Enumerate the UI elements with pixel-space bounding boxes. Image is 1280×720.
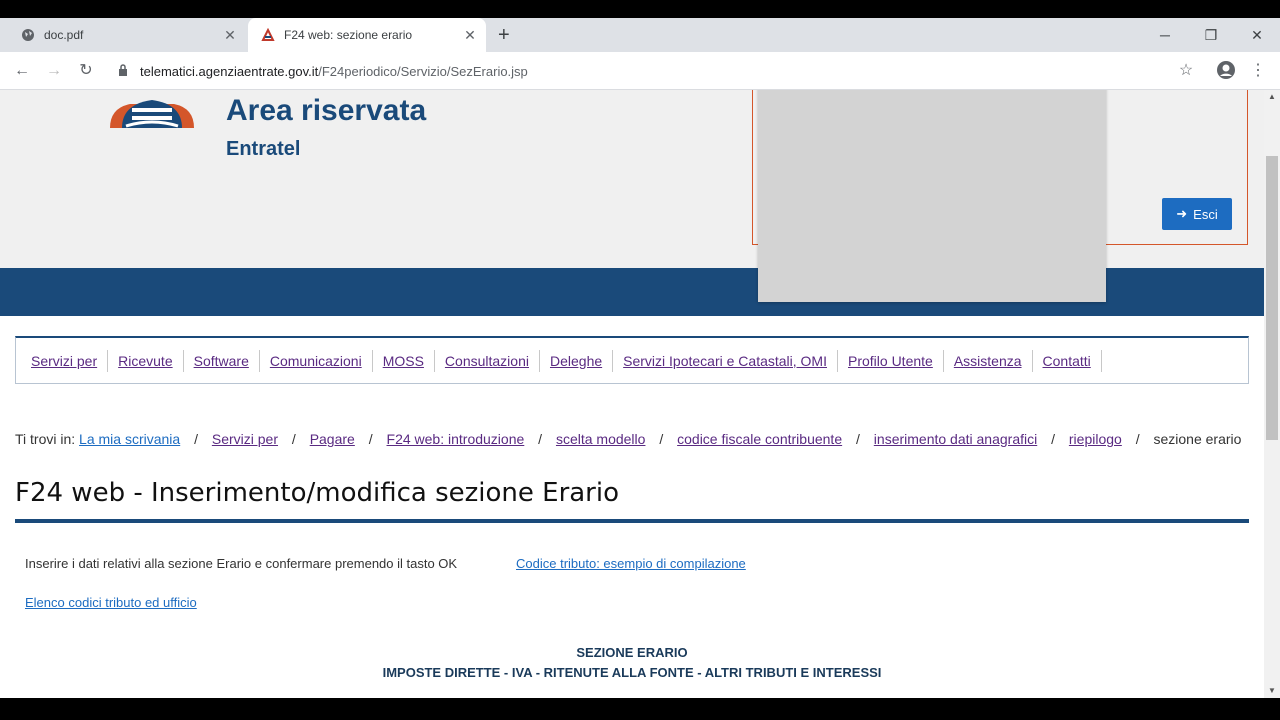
url-host: telematici.agenziaentrate.gov.it [140, 63, 319, 79]
url-path: /F24periodico/Servizio/SezErario.jsp [318, 63, 528, 79]
new-tab-icon[interactable]: + [498, 24, 510, 47]
profile-icon[interactable] [1215, 60, 1237, 82]
logout-icon: ➜ [1176, 206, 1188, 221]
area-title: Area riservata [226, 94, 427, 127]
menu-item-software[interactable]: Software [184, 349, 260, 372]
tab-title: doc.pdf [44, 28, 84, 42]
tab-f24-sezione-erario[interactable]: F24 web: sezione erario ✕ [248, 18, 486, 52]
breadcrumb-current: sezione erario [1153, 431, 1242, 447]
breadcrumb: Ti trovi in: La mia scrivania / Servizi … [15, 431, 1242, 447]
tab-doc-pdf[interactable]: doc.pdf ✕ [8, 18, 246, 52]
area-subtitle: Entratel [226, 138, 301, 160]
breadcrumb-link-servizi-per[interactable]: Servizi per [212, 431, 278, 447]
section-subtitle: IMPOSTE DIRETTE - IVA - RITENUTE ALLA FO… [382, 665, 882, 680]
forward-icon[interactable]: → [43, 60, 65, 82]
tab-strip: doc.pdf ✕ F24 web: sezione erario ✕ [0, 18, 1280, 52]
menu-item-contatti[interactable]: Contatti [1033, 349, 1102, 372]
codes-list-link[interactable]: Elenco codici tributo ed ufficio [25, 595, 197, 610]
menu-item-deleghe[interactable]: Deleghe [540, 349, 614, 372]
menu-item-consultazioni[interactable]: Consultazioni [435, 349, 540, 372]
minimize-icon[interactable]: ─ [1142, 18, 1188, 52]
breadcrumb-link-riepilogo[interactable]: riepilogo [1069, 431, 1122, 447]
web-page: Area riservata Entratel ➜ Esci Servizi p… [0, 90, 1264, 698]
close-window-icon[interactable]: ✕ [1234, 18, 1280, 52]
intro-text: Inserire i dati relativi alla sezione Er… [25, 556, 458, 571]
overlay-placeholder-box [758, 90, 1106, 302]
menu-item-ricevute[interactable]: Ricevute [108, 349, 184, 372]
screen-bottom-border [0, 698, 1280, 720]
menu-item-comunicazioni[interactable]: Comunicazioni [260, 349, 373, 372]
menu-item-servizi-per[interactable]: Servizi per [21, 349, 109, 372]
tab-title: F24 web: sezione erario [284, 28, 413, 42]
bookmark-star-icon[interactable]: ☆ [1175, 60, 1197, 82]
section-title: SEZIONE ERARIO [576, 645, 688, 660]
page-scrollbar[interactable]: ▲ ▼ [1264, 90, 1280, 698]
menu-item-moss[interactable]: MOSS [373, 349, 435, 372]
title-divider [15, 519, 1249, 523]
screen-top-border [0, 0, 1280, 18]
agenzia-entrate-favicon-icon [260, 27, 276, 43]
breadcrumb-link-f24-introduzione[interactable]: F24 web: introduzione [387, 431, 525, 447]
exit-button[interactable]: ➜ Esci [1162, 198, 1232, 230]
url-field[interactable]: telematici.agenziaentrate.gov.it/F24peri… [108, 57, 1203, 85]
menu-item-profilo-utente[interactable]: Profilo Utente [838, 349, 944, 372]
globe-icon [20, 27, 36, 43]
close-tab-icon[interactable]: ✕ [460, 27, 480, 44]
breadcrumb-link-scelta-modello[interactable]: scelta modello [556, 431, 646, 447]
back-icon[interactable]: ← [11, 60, 33, 82]
main-menu: Servizi per Ricevute Software Comunicazi… [15, 336, 1249, 384]
reload-icon[interactable]: ↻ [75, 60, 97, 82]
agenzia-entrate-logo [108, 90, 196, 130]
scrollbar-thumb[interactable] [1266, 156, 1278, 440]
lock-icon [118, 63, 130, 79]
scroll-up-arrow-icon[interactable]: ▲ [1268, 92, 1276, 101]
menu-item-assistenza[interactable]: Assistenza [944, 349, 1033, 372]
breadcrumb-link-scrivania[interactable]: La mia scrivania [79, 431, 180, 447]
exit-button-label: Esci [1193, 206, 1218, 222]
breadcrumb-link-dati-anagrafici[interactable]: inserimento dati anagrafici [874, 431, 1037, 447]
browser-menu-icon[interactable]: ⋮ [1247, 60, 1269, 82]
breadcrumb-link-codice-fiscale[interactable]: codice fiscale contribuente [677, 431, 842, 447]
scroll-down-arrow-icon[interactable]: ▼ [1268, 686, 1276, 695]
close-tab-icon[interactable]: ✕ [220, 27, 240, 44]
example-link[interactable]: Codice tributo: esempio di compilazione [516, 556, 746, 571]
breadcrumb-link-pagare[interactable]: Pagare [310, 431, 355, 447]
address-bar: ← → ↻ telematici.agenziaentrate.gov.it/F… [0, 52, 1280, 90]
menu-item-servizi-ipotecari[interactable]: Servizi Ipotecari e Catastali, OMI [613, 349, 838, 372]
breadcrumb-prefix: Ti trovi in: [15, 431, 76, 447]
page-title: F24 web - Inserimento/modifica sezione E… [15, 478, 620, 508]
restore-icon[interactable]: ❐ [1188, 18, 1234, 52]
